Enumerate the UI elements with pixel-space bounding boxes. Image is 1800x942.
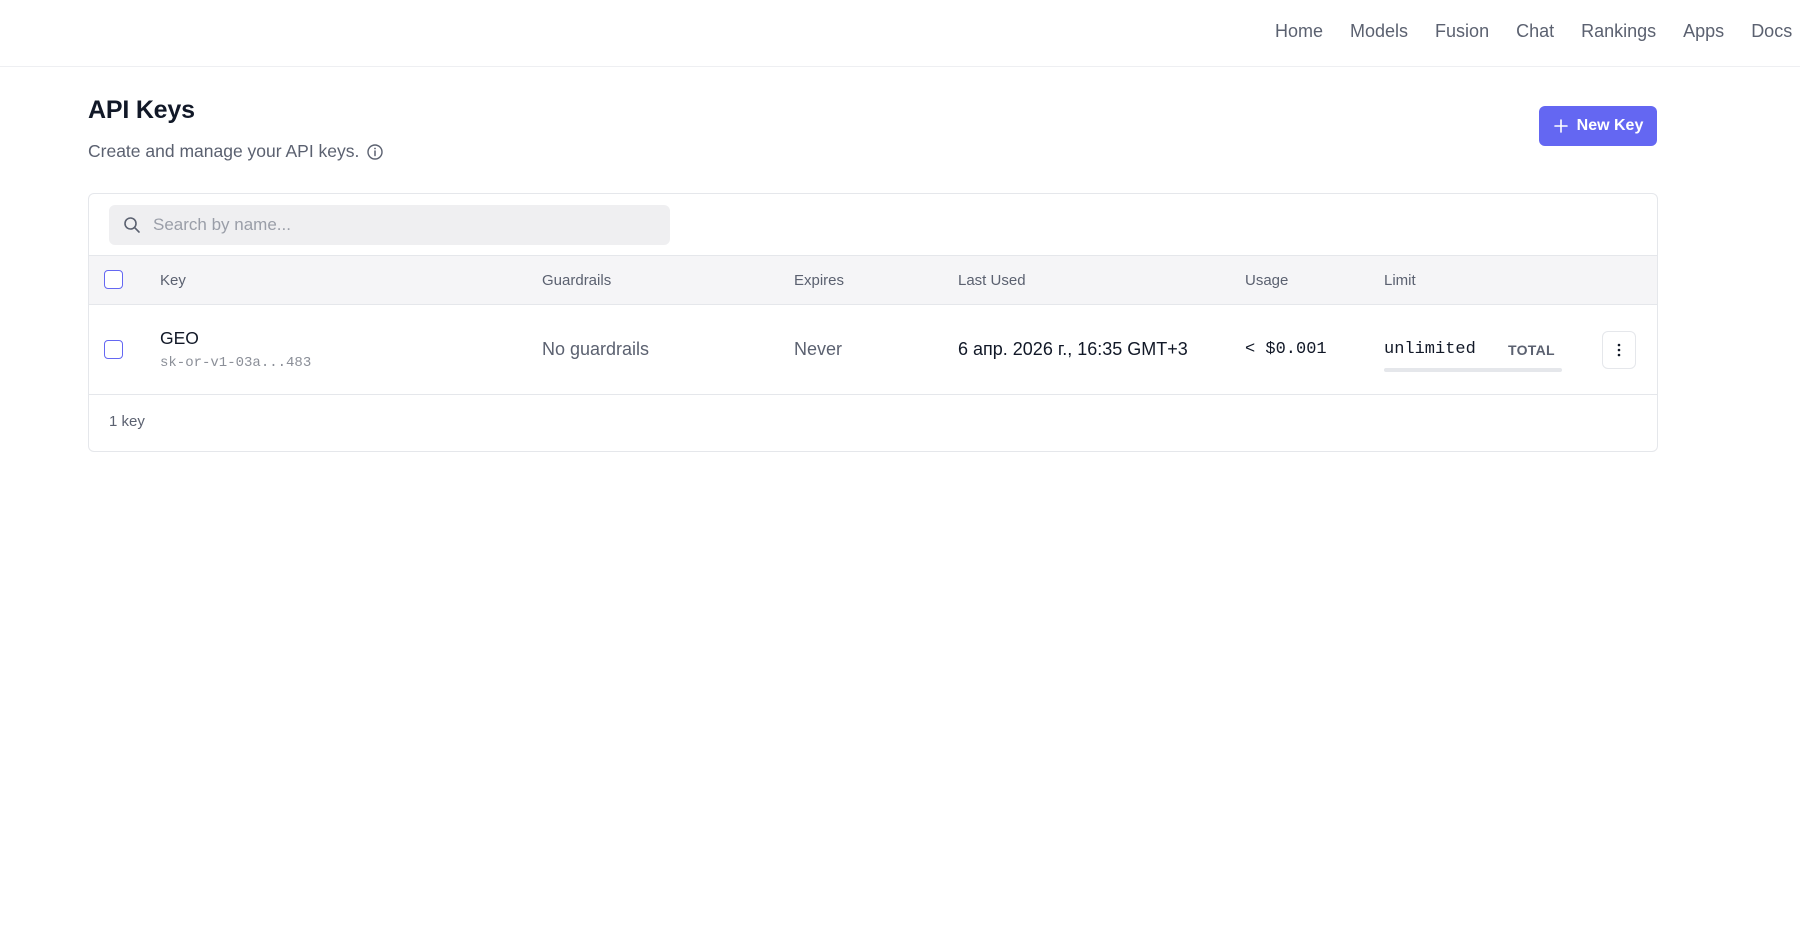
key-count: 1 key [109,413,145,430]
column-header-guardrails: Guardrails [542,272,612,289]
nav-item-chat[interactable]: Chat [1516,21,1554,42]
expires-cell: Never [794,339,843,359]
table-row[interactable]: GEO sk-or-v1-03a...483 No guardrails Nev… [89,305,1657,395]
more-vertical-icon [1617,343,1621,357]
key-value: sk-or-v1-03a...483 [160,355,312,371]
search-input[interactable] [153,215,653,235]
key-name: GEO [160,328,199,348]
plus-icon [1553,118,1569,134]
row-select-checkbox[interactable] [104,340,123,359]
nav-item-models[interactable]: Models [1350,21,1408,42]
select-all-checkbox[interactable] [104,270,123,289]
limit-value: unlimited [1384,340,1476,359]
nav-item-fusion[interactable]: Fusion [1435,21,1489,42]
usage-cell: < $0.001 [1245,340,1327,359]
table-header: Key Guardrails Expires Last Used Usage L… [89,255,1657,305]
info-circle-icon[interactable] [366,143,384,161]
search-box [109,205,670,245]
page-title: API Keys [88,96,195,124]
column-header-key: Key [160,272,186,289]
column-header-usage: Usage [1245,272,1289,289]
nav-item-rankings[interactable]: Rankings [1581,21,1656,42]
guardrails-cell: No guardrails [542,339,650,359]
nav-item-home[interactable]: Home [1275,21,1323,42]
column-header-last-used: Last Used [958,272,1026,289]
search-icon [123,216,141,234]
nav-item-apps[interactable]: Apps [1683,21,1724,42]
column-header-limit: Limit [1384,272,1416,289]
top-navbar: Home Models Fusion Chat Rankings Apps Do… [0,0,1800,67]
limit-progress-bar [1384,368,1562,372]
new-key-button-label: New Key [1576,117,1644,134]
new-key-button[interactable]: New Key [1539,106,1657,146]
main-nav: Home Models Fusion Chat Rankings Apps Do… [1275,21,1792,42]
last-used-cell: 6 апр. 2026 г., 16:35 GMT+3 [958,339,1188,359]
page-subtitle: Create and manage your API keys. [88,141,384,162]
page-subtitle-text: Create and manage your API keys. [88,141,360,161]
row-actions-button[interactable] [1602,331,1636,369]
api-keys-table-card: Key Guardrails Expires Last Used Usage L… [88,193,1658,452]
nav-item-docs[interactable]: Docs [1751,21,1792,42]
column-header-expires: Expires [794,272,845,289]
limit-type-label: TOTAL [1508,342,1555,358]
